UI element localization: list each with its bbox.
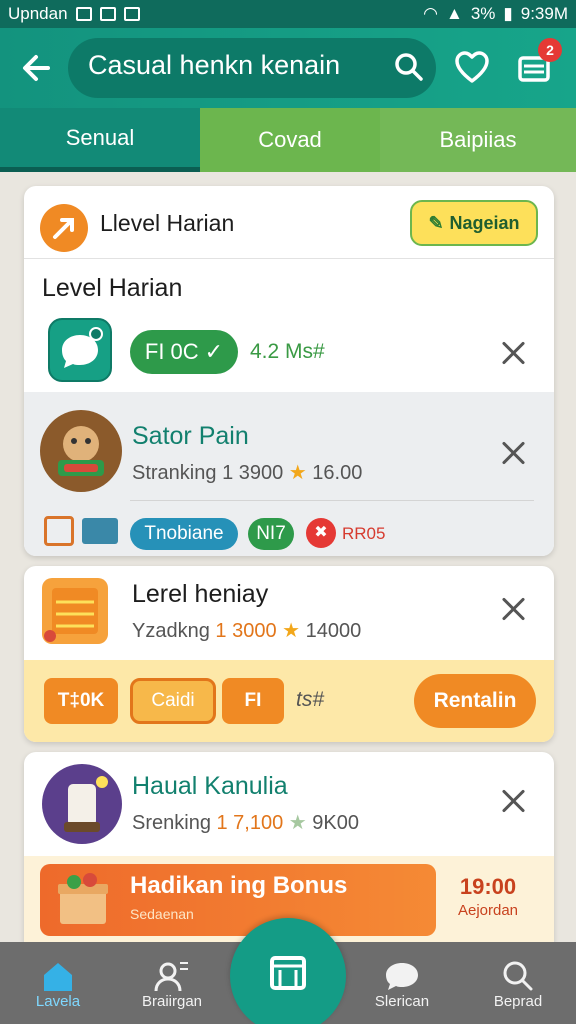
nav-braiirgan[interactable]: Braiirgan — [124, 942, 220, 1024]
ranking-label: Yzadkng — [132, 620, 210, 642]
nav-label: Slerican — [374, 993, 430, 1010]
close-icon[interactable] — [498, 438, 528, 468]
close-icon[interactable] — [498, 338, 528, 368]
center-nav-button[interactable] — [230, 918, 346, 1024]
row-meta: 4.2 Ms# — [250, 340, 325, 363]
rentalin-button[interactable]: Rentalin — [414, 674, 536, 728]
divider — [24, 258, 554, 259]
gift-box-icon — [54, 870, 112, 930]
ranking-value: 1 7,100 — [216, 812, 284, 834]
notification-icon — [99, 7, 116, 21]
star-icon: ★ — [288, 812, 307, 834]
pencil-icon: ✎ — [428, 212, 444, 233]
divider — [130, 500, 534, 501]
level-icon — [40, 204, 88, 252]
bonus-time-label: Aejordan — [457, 902, 519, 919]
tab-senual[interactable]: Senual — [0, 108, 200, 172]
card-header-title: Llevel Harian — [100, 210, 235, 236]
rating-value: 16.00 — [312, 462, 363, 484]
nageian-button-label: Nageian — [449, 212, 520, 233]
image-icon — [123, 7, 140, 21]
search-input[interactable]: Casual henkn kenain — [88, 50, 340, 81]
check-icon: ✓ — [204, 339, 224, 364]
tab-covad[interactable]: Covad — [200, 108, 380, 172]
users-icon — [154, 962, 188, 992]
chip-tok[interactable]: T‡0K — [44, 678, 118, 724]
chip-fi[interactable]: FI — [222, 678, 284, 724]
store-icon — [270, 956, 306, 990]
status-pill-label: FI 0C — [144, 339, 199, 364]
status-time: 9:39M — [520, 4, 568, 23]
battery-text: 3% — [470, 4, 496, 23]
wifi-icon: ◠ — [423, 4, 438, 23]
drink-avatar — [42, 764, 122, 844]
calendar-icon — [44, 516, 74, 546]
ranking-label: Srenking — [132, 812, 211, 834]
tab-bar: Senual Covad Baipiias — [0, 108, 576, 172]
section-title: Level Harian — [42, 274, 183, 302]
chat-icon — [386, 963, 418, 990]
star-icon: ★ — [282, 620, 301, 642]
item-ranking: Srenking 1 7,100 ★ 9K00 — [132, 810, 359, 835]
home-icon — [44, 963, 72, 991]
bonus-title: Hadikan ing Bonus — [130, 872, 348, 899]
bonus-subtitle: Sedaenan — [130, 906, 194, 922]
rating-value: 9K00 — [312, 812, 360, 834]
heart-icon[interactable] — [452, 48, 492, 86]
chip-caidi[interactable]: Caidi — [130, 678, 216, 724]
level-card: Lerel heniay Yzadkng 1 3000 ★ 14000 T‡0K… — [24, 566, 554, 742]
item-ranking: Yzadkng 1 3000 ★ 14000 — [132, 618, 361, 643]
chip-meta: ts# — [296, 688, 325, 711]
tag-ni7[interactable]: NI7 — [248, 518, 294, 550]
nageian-button[interactable]: ✎ Nageian — [410, 200, 538, 246]
crate-avatar — [42, 578, 108, 644]
tab-baipiias[interactable]: Baipiias — [380, 108, 576, 172]
status-pill: FI 0C ✓ — [130, 330, 238, 374]
ranking-value: 1 3000 — [215, 620, 277, 642]
chat-app-icon — [48, 318, 112, 382]
ranking-label: Stranking — [132, 462, 217, 484]
close-icon[interactable] — [498, 786, 528, 816]
nav-label: Beprad — [493, 993, 543, 1010]
back-arrow-icon[interactable] — [18, 48, 58, 88]
desk-icon — [82, 518, 118, 544]
nav-label: Braiirgan — [141, 993, 203, 1010]
item-ranking: Stranking 1 3900 ★ 16.00 — [132, 460, 362, 485]
notification-icon — [75, 7, 92, 21]
signal-icon: ▲ — [445, 4, 463, 23]
rating-value: 14000 — [305, 620, 362, 642]
ranking-value: 1 3900 — [222, 462, 284, 484]
status-app-name: Upndan — [8, 4, 68, 23]
search-icon[interactable] — [392, 50, 426, 84]
nav-slerican[interactable]: Slerican — [354, 942, 450, 1024]
star-icon: ★ — [288, 462, 307, 484]
nav-levels[interactable]: Lavela — [10, 942, 106, 1024]
tag-rr05[interactable]: RR05 — [342, 524, 385, 544]
status-bar: Upndan ◠ ▲ 3% ▮ 9:39M — [0, 0, 576, 28]
nav-beprad[interactable]: Beprad — [470, 942, 566, 1024]
close-icon[interactable] — [498, 594, 528, 624]
alert-icon: ✖ — [306, 518, 336, 548]
search-icon — [503, 961, 533, 991]
item-title[interactable]: Haual Kanulia — [132, 772, 288, 801]
cart-badge: 2 — [538, 38, 562, 62]
nav-label: Lavela — [35, 993, 81, 1010]
item-title[interactable]: Sator Pain — [132, 422, 249, 451]
level-card: Llevel Harian ✎ Nageian Level Harian FI … — [24, 186, 554, 556]
level-card: Haual Kanulia Srenking 1 7,100 ★ 9K00 Ha… — [24, 752, 554, 944]
tag-tnobiane[interactable]: Tnobiane — [130, 518, 238, 550]
bonus-time: 19:00 — [459, 874, 517, 899]
content-area: Llevel Harian ✎ Nageian Level Harian FI … — [0, 172, 576, 944]
character-avatar — [40, 410, 122, 492]
battery-icon: ▮ — [503, 4, 513, 23]
item-title[interactable]: Lerel heniay — [132, 580, 268, 609]
